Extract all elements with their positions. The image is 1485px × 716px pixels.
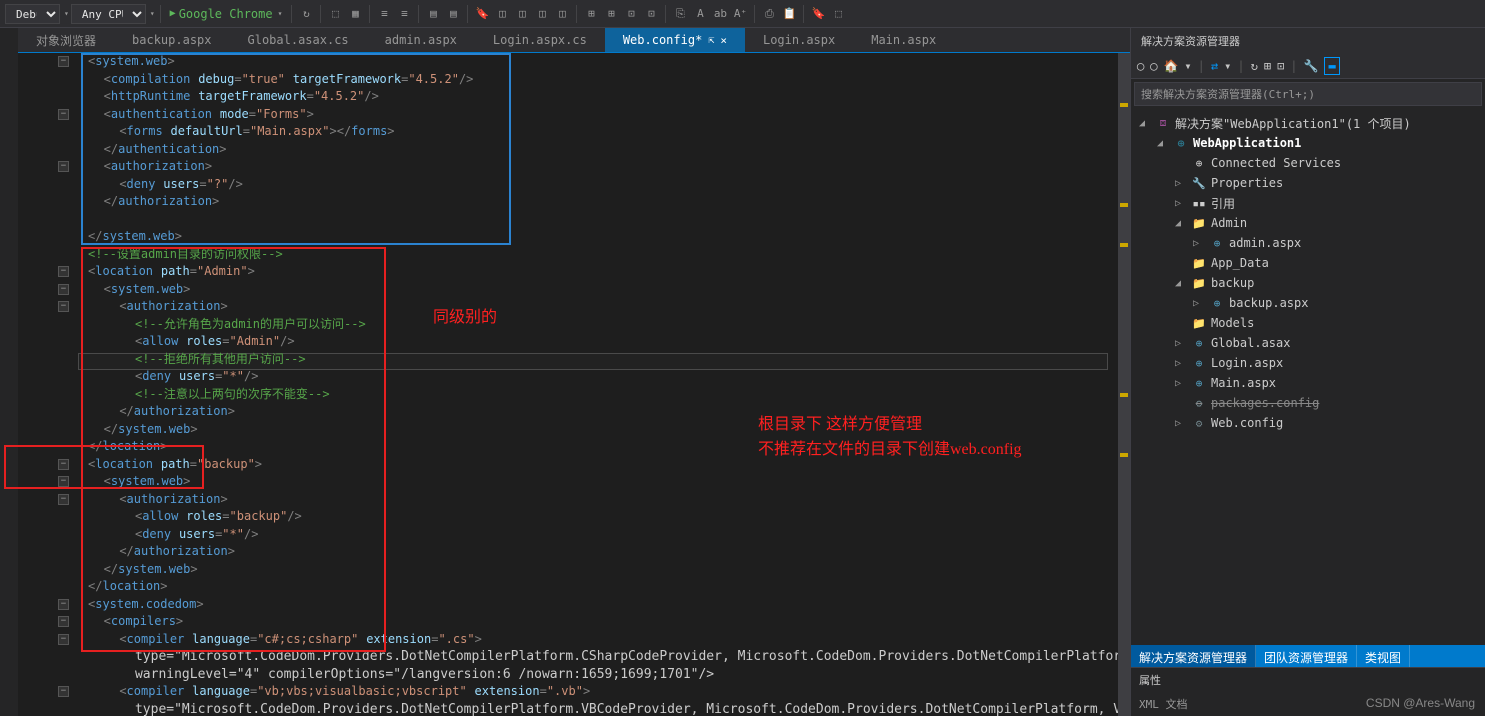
- solution-tree: ◢⧈解决方案"WebApplication1"(1 个项目) ◢⊕WebAppl…: [1131, 109, 1485, 645]
- tab-admin-aspx[interactable]: admin.aspx: [367, 28, 475, 52]
- indent-out-icon[interactable]: ≡: [375, 5, 393, 23]
- main-toolbar: Debug ▾ Any CPU ▾ Google Chrome▾ ↻ ⬚ ▦ ≡…: [0, 0, 1485, 28]
- tab-solution-explorer[interactable]: 解决方案资源管理器: [1131, 645, 1256, 667]
- fold-toggle[interactable]: −: [58, 56, 69, 67]
- tree-folder-admin[interactable]: ◢📁Admin: [1131, 213, 1485, 233]
- tool-icon[interactable]: A: [691, 5, 709, 23]
- tool-icon[interactable]: ⬚: [326, 5, 344, 23]
- left-rail: [0, 28, 18, 716]
- fold-toggle[interactable]: −: [58, 686, 69, 697]
- fold-toggle[interactable]: −: [58, 616, 69, 627]
- tool-icon[interactable]: ⊡: [642, 5, 660, 23]
- tool-icon[interactable]: ⊞: [582, 5, 600, 23]
- refresh-icon[interactable]: ↻: [1251, 59, 1258, 73]
- fold-toggle[interactable]: −: [58, 599, 69, 610]
- properties-title: 属性: [1131, 668, 1485, 692]
- solution-explorer-title: 解决方案资源管理器: [1131, 28, 1485, 53]
- tree-folder-appdata[interactable]: 📁App_Data: [1131, 253, 1485, 273]
- tree-item[interactable]: ▷⊕Login.aspx: [1131, 353, 1485, 373]
- fold-toggle[interactable]: −: [58, 634, 69, 645]
- comment-icon[interactable]: ▤: [424, 5, 442, 23]
- tree-item[interactable]: ▷⊕admin.aspx: [1131, 233, 1485, 253]
- tab-team-explorer[interactable]: 团队资源管理器: [1256, 645, 1357, 667]
- properties-icon[interactable]: 🔧: [1304, 59, 1319, 73]
- tree-item[interactable]: ▷⊕Main.aspx: [1131, 373, 1485, 393]
- tab-web-config[interactable]: Web.config*⇱×: [605, 28, 745, 52]
- tree-item[interactable]: ⊕Connected Services: [1131, 153, 1485, 173]
- show-all-icon[interactable]: ⊞: [1264, 59, 1271, 73]
- platform-select[interactable]: Any CPU: [71, 4, 146, 24]
- tool-icon[interactable]: ⎙: [760, 5, 778, 23]
- home-icon[interactable]: 🏠: [1163, 59, 1178, 73]
- close-icon[interactable]: ×: [720, 34, 727, 47]
- tool-icon[interactable]: ◫: [533, 5, 551, 23]
- tool-icon[interactable]: ◫: [513, 5, 531, 23]
- tab-main-aspx[interactable]: Main.aspx: [853, 28, 954, 52]
- tab-global-asax[interactable]: Global.asax.cs: [230, 28, 367, 52]
- tool-icon[interactable]: ▾: [1224, 59, 1231, 73]
- tab-login-aspx-cs[interactable]: Login.aspx.cs: [475, 28, 605, 52]
- bookmark-icon[interactable]: 🔖: [473, 5, 491, 23]
- document-tabs: 对象浏览器 backup.aspx Global.asax.cs admin.a…: [18, 28, 1130, 53]
- scrollbar[interactable]: [1118, 53, 1130, 716]
- tool-icon[interactable]: ab: [711, 5, 729, 23]
- tree-item[interactable]: ▷🔧Properties: [1131, 173, 1485, 193]
- tool-icon[interactable]: ⊡: [622, 5, 640, 23]
- tree-folder-backup[interactable]: ◢📁backup: [1131, 273, 1485, 293]
- tool-icon[interactable]: ⊞: [602, 5, 620, 23]
- tab-backup-aspx[interactable]: backup.aspx: [114, 28, 229, 52]
- tree-item-webconfig[interactable]: ▷⚙Web.config: [1131, 413, 1485, 433]
- tool-icon[interactable]: A⁺: [731, 5, 749, 23]
- tool-icon[interactable]: ▦: [346, 5, 364, 23]
- tree-item-packages[interactable]: ⚙packages.config: [1131, 393, 1485, 413]
- bookmark-icon[interactable]: 🔖: [809, 5, 827, 23]
- fold-toggle[interactable]: −: [58, 109, 69, 120]
- solution-node[interactable]: ◢⧈解决方案"WebApplication1"(1 个项目): [1131, 113, 1485, 133]
- fold-toggle[interactable]: −: [58, 301, 69, 312]
- explorer-tabs: 解决方案资源管理器 团队资源管理器 类视图: [1131, 645, 1485, 667]
- tree-item[interactable]: ▷⊕backup.aspx: [1131, 293, 1485, 313]
- indent-in-icon[interactable]: ≡: [395, 5, 413, 23]
- tab-login-aspx[interactable]: Login.aspx: [745, 28, 853, 52]
- config-select[interactable]: Debug: [5, 4, 60, 24]
- nav-fwd-icon[interactable]: ◯: [1150, 59, 1157, 73]
- tool-icon[interactable]: ⎘: [671, 5, 689, 23]
- refresh-icon[interactable]: ↻: [297, 5, 315, 23]
- fold-toggle[interactable]: −: [58, 459, 69, 470]
- tab-class-view[interactable]: 类视图: [1357, 645, 1410, 667]
- tool-icon[interactable]: 📋: [780, 5, 798, 23]
- tree-item[interactable]: ▷▪▪引用: [1131, 193, 1485, 213]
- tree-folder-models[interactable]: 📁Models: [1131, 313, 1485, 333]
- sync-icon[interactable]: ⇄: [1211, 59, 1218, 73]
- fold-toggle[interactable]: −: [58, 476, 69, 487]
- start-debug-button[interactable]: Google Chrome▾: [166, 5, 287, 23]
- tool-icon[interactable]: ⬚: [829, 5, 847, 23]
- tool-icon[interactable]: ▬: [1324, 57, 1339, 75]
- tree-item[interactable]: ▷⊕Global.asax: [1131, 333, 1485, 353]
- tool-icon[interactable]: ◫: [493, 5, 511, 23]
- fold-toggle[interactable]: −: [58, 161, 69, 172]
- fold-toggle[interactable]: −: [58, 494, 69, 505]
- tool-icon[interactable]: ◫: [553, 5, 571, 23]
- tab-object-browser[interactable]: 对象浏览器: [18, 28, 114, 52]
- watermark: CSDN @Ares-Wang: [1366, 696, 1475, 710]
- code-editor[interactable]: −−−−−−−−−−−−− <system.web> <compilation …: [18, 53, 1130, 716]
- project-node[interactable]: ◢⊕WebApplication1: [1131, 133, 1485, 153]
- solution-toolbar: ◯ ◯ 🏠 ▾ | ⇄ ▾ | ↻ ⊞ ⊡ | 🔧 ▬: [1131, 53, 1485, 79]
- pin-icon[interactable]: ⇱: [708, 35, 714, 46]
- fold-toggle[interactable]: −: [58, 284, 69, 295]
- fold-toggle[interactable]: −: [58, 266, 69, 277]
- uncomment-icon[interactable]: ▤: [444, 5, 462, 23]
- solution-search[interactable]: 搜索解决方案资源管理器(Ctrl+;): [1134, 82, 1482, 106]
- tool-icon[interactable]: ▾: [1184, 59, 1191, 73]
- nav-back-icon[interactable]: ◯: [1137, 59, 1144, 73]
- tool-icon[interactable]: ⊡: [1277, 59, 1284, 73]
